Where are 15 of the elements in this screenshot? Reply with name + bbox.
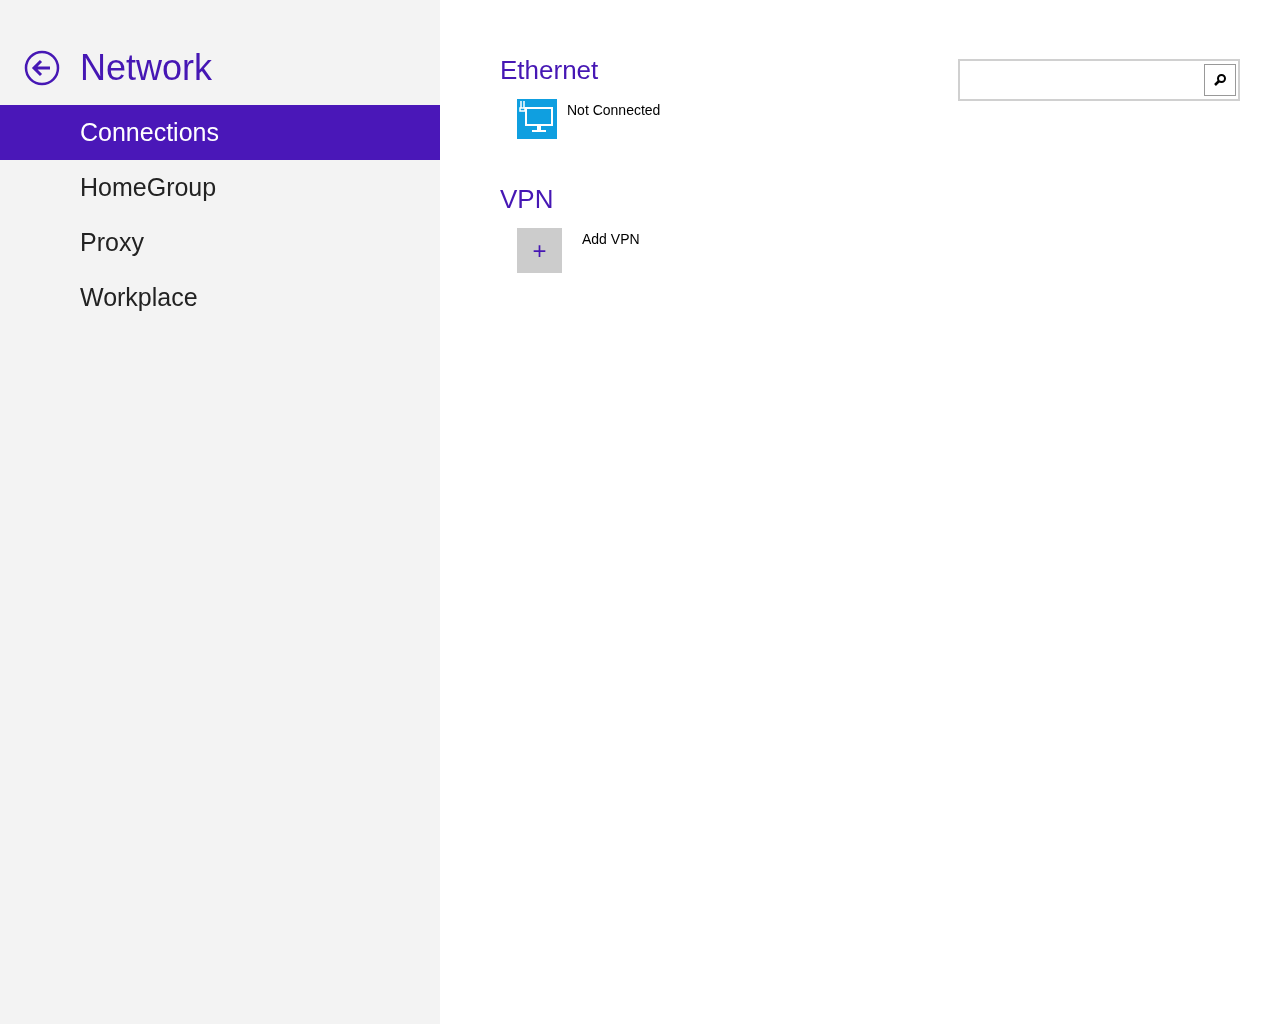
section-heading: Ethernet bbox=[500, 54, 599, 87]
add-vpn-label[interactable]: Add VPN bbox=[582, 232, 640, 246]
search-button[interactable] bbox=[1204, 64, 1236, 96]
connection-status[interactable]: Not Connected bbox=[567, 103, 661, 117]
back-icon[interactable] bbox=[24, 50, 60, 86]
nav-item[interactable]: Connections bbox=[0, 105, 440, 160]
nav-item[interactable]: Workplace bbox=[0, 270, 440, 325]
nav-item[interactable]: HomeGroup bbox=[0, 160, 440, 215]
add-vpn-button[interactable]: + bbox=[517, 228, 562, 273]
search-icon bbox=[1213, 73, 1227, 87]
section-heading: VPN bbox=[500, 183, 554, 216]
page-title: Network bbox=[80, 50, 213, 86]
monitor-icon[interactable] bbox=[517, 99, 557, 139]
search-field[interactable] bbox=[958, 59, 1240, 101]
nav-item[interactable]: Proxy bbox=[0, 215, 440, 270]
